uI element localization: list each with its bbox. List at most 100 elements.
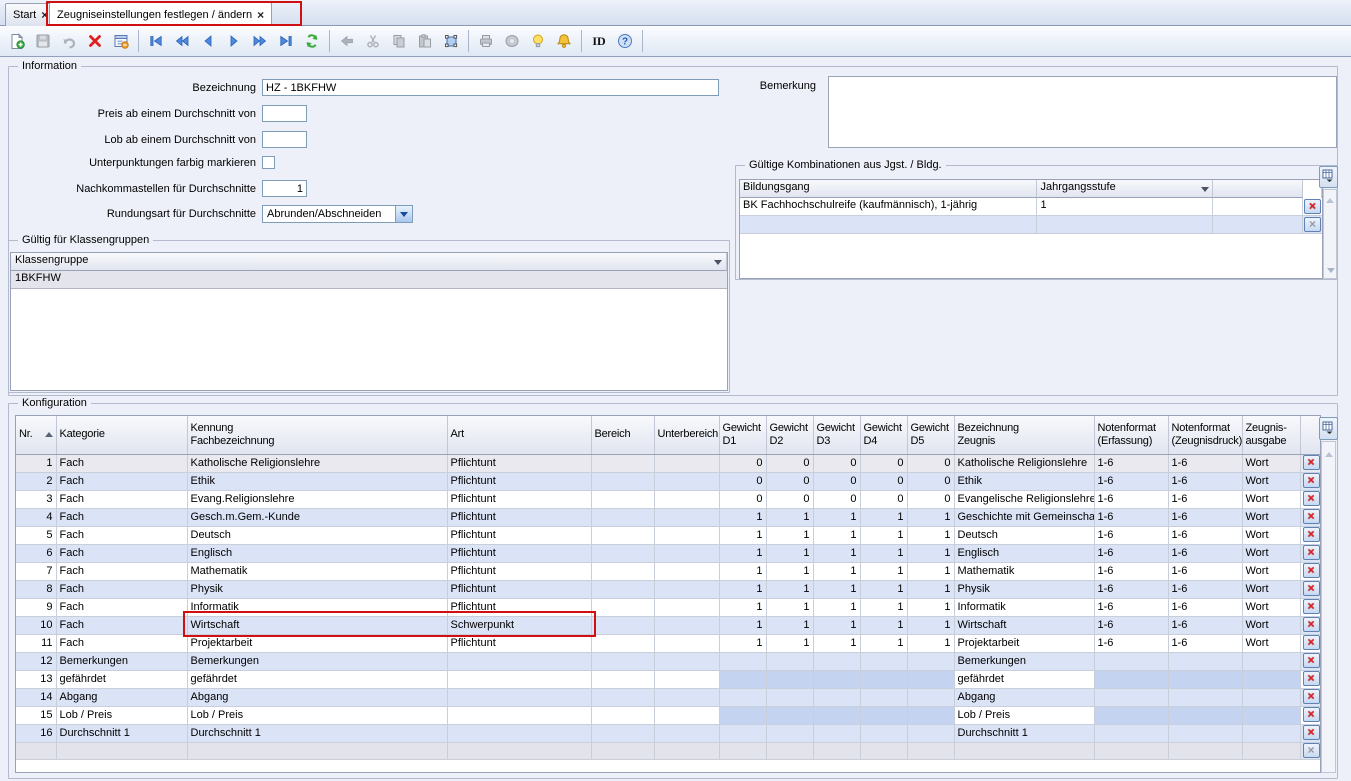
cell-nr[interactable]: 14 <box>16 688 56 706</box>
cell-d4[interactable] <box>860 706 907 724</box>
scroll-up-icon[interactable] <box>1325 452 1333 457</box>
cell-kategorie[interactable]: Fach <box>56 508 187 526</box>
cell-nr[interactable]: 10 <box>16 616 56 634</box>
cell-d3[interactable] <box>813 724 860 742</box>
refresh-button[interactable] <box>300 29 324 53</box>
delete-row-button[interactable]: × <box>1303 725 1320 740</box>
cell-bereich[interactable] <box>591 598 654 616</box>
cell-bereich[interactable] <box>591 706 654 724</box>
cell-bereich[interactable] <box>591 724 654 742</box>
cell-art[interactable] <box>447 652 591 670</box>
column-header-notenformat_erfassung[interactable]: Notenformat (Erfassung) <box>1094 416 1168 454</box>
nav-first-button[interactable] <box>144 29 168 53</box>
cell-notenformat_zeugnisdruck[interactable] <box>1168 706 1242 724</box>
cell-d2[interactable]: 1 <box>766 508 813 526</box>
cell-d4[interactable] <box>860 724 907 742</box>
column-header-unterbereich[interactable]: Unterbereich <box>654 416 719 454</box>
cell-kategorie[interactable]: Fach <box>56 544 187 562</box>
cell-d5[interactable]: 0 <box>907 472 954 490</box>
cell-d1[interactable]: 1 <box>719 544 766 562</box>
cell-kennung[interactable]: gefährdet <box>187 670 447 688</box>
copy-button[interactable] <box>387 29 411 53</box>
cell-art[interactable]: Pflichtunt <box>447 508 591 526</box>
cell-unterbereich[interactable] <box>654 508 719 526</box>
lob-input[interactable] <box>262 131 307 148</box>
cell-bereich[interactable] <box>591 688 654 706</box>
cell-d4[interactable]: 1 <box>860 508 907 526</box>
cell-notenformat_erfassung[interactable]: 1-6 <box>1094 472 1168 490</box>
cell-bildungsgang[interactable]: BK Fachhochschulreife (kaufmännisch), 1-… <box>740 198 1037 216</box>
cell-d2[interactable]: 1 <box>766 562 813 580</box>
cell-kennung[interactable]: Lob / Preis <box>187 706 447 724</box>
cell-d2[interactable]: 0 <box>766 454 813 472</box>
cell-d3[interactable] <box>813 688 860 706</box>
cell-notenformat_erfassung[interactable] <box>1094 724 1168 742</box>
cell-d1[interactable]: 0 <box>719 472 766 490</box>
cell-kennung[interactable]: Ethik <box>187 472 447 490</box>
delete-row-button[interactable]: × <box>1303 581 1320 596</box>
cell-d5[interactable] <box>907 706 954 724</box>
cell-d3[interactable] <box>813 706 860 724</box>
cell-d5[interactable] <box>907 670 954 688</box>
cell-ausgabe[interactable]: Wort <box>1242 580 1300 598</box>
delete-row-button[interactable]: × <box>1303 653 1320 668</box>
cell-bezeichnung[interactable] <box>954 742 1094 759</box>
cell-kennung[interactable]: Informatik <box>187 598 447 616</box>
cell-bezeichnung[interactable]: Katholische Religionslehre <box>954 454 1094 472</box>
cell-notenformat_zeugnisdruck[interactable] <box>1168 724 1242 742</box>
cell-ausgabe[interactable]: Wort <box>1242 634 1300 652</box>
preis-input[interactable] <box>262 105 307 122</box>
cell-kategorie[interactable]: Fach <box>56 526 187 544</box>
cell-ausgabe[interactable]: Wort <box>1242 526 1300 544</box>
cell-ausgabe[interactable] <box>1242 742 1300 759</box>
cell-art[interactable] <box>447 742 591 759</box>
cell-d1[interactable]: 1 <box>719 508 766 526</box>
cell-notenformat_zeugnisdruck[interactable] <box>1168 742 1242 759</box>
nav-next-fast-button[interactable] <box>248 29 272 53</box>
cell-notenformat_erfassung[interactable]: 1-6 <box>1094 508 1168 526</box>
cell-jahrgangsstufe[interactable] <box>1037 216 1213 234</box>
cell-d2[interactable]: 1 <box>766 616 813 634</box>
cell-kategorie[interactable]: Fach <box>56 454 187 472</box>
cell-art[interactable]: Pflichtunt <box>447 580 591 598</box>
cell-notenformat_zeugnisdruck[interactable]: 1-6 <box>1168 454 1242 472</box>
sort-dropdown-icon[interactable] <box>714 260 722 265</box>
cell-ausgabe[interactable]: Wort <box>1242 508 1300 526</box>
cell-notenformat_erfassung[interactable]: 1-6 <box>1094 598 1168 616</box>
cell-notenformat_zeugnisdruck[interactable]: 1-6 <box>1168 508 1242 526</box>
cell-d1[interactable] <box>719 688 766 706</box>
cell-d5[interactable] <box>907 724 954 742</box>
column-header-d2[interactable]: Gewicht D2 <box>766 416 813 454</box>
cell-nr[interactable]: 2 <box>16 472 56 490</box>
cell-bezeichnung[interactable]: Evangelische Religionslehre <box>954 490 1094 508</box>
cell-bereich[interactable] <box>591 508 654 526</box>
cell-kennung[interactable] <box>187 742 447 759</box>
edit-form-button[interactable] <box>109 29 133 53</box>
cell-d2[interactable] <box>766 652 813 670</box>
cell-unterbereich[interactable] <box>654 652 719 670</box>
cell-unterbereich[interactable] <box>654 670 719 688</box>
delete-row-button[interactable]: × <box>1303 509 1320 524</box>
cell-notenformat_erfassung[interactable]: 1-6 <box>1094 616 1168 634</box>
delete-row-button[interactable]: × <box>1303 563 1320 578</box>
cell-d5[interactable] <box>907 742 954 759</box>
cell-bereich[interactable] <box>591 580 654 598</box>
konfiguration-scrollbar[interactable] <box>1321 441 1336 773</box>
cell-notenformat_erfassung[interactable] <box>1094 706 1168 724</box>
delete-row-button[interactable]: × <box>1303 455 1320 470</box>
cell-notenformat_zeugnisdruck[interactable] <box>1168 652 1242 670</box>
export-button[interactable] <box>500 29 524 53</box>
cell-d1[interactable]: 1 <box>719 616 766 634</box>
cell-unterbereich[interactable] <box>654 616 719 634</box>
nav-last-button[interactable] <box>274 29 298 53</box>
cell-d3[interactable]: 0 <box>813 454 860 472</box>
cell-d5[interactable]: 1 <box>907 544 954 562</box>
rundungsart-combobox[interactable]: Abrunden/Abschneiden <box>262 205 413 223</box>
cell-d4[interactable]: 0 <box>860 454 907 472</box>
cell-d5[interactable]: 1 <box>907 598 954 616</box>
cell-kategorie[interactable]: Fach <box>56 598 187 616</box>
column-header-d5[interactable]: Gewicht D5 <box>907 416 954 454</box>
cell-kennung[interactable]: Physik <box>187 580 447 598</box>
cell-ausgabe[interactable]: Wort <box>1242 544 1300 562</box>
cell-d4[interactable]: 0 <box>860 472 907 490</box>
